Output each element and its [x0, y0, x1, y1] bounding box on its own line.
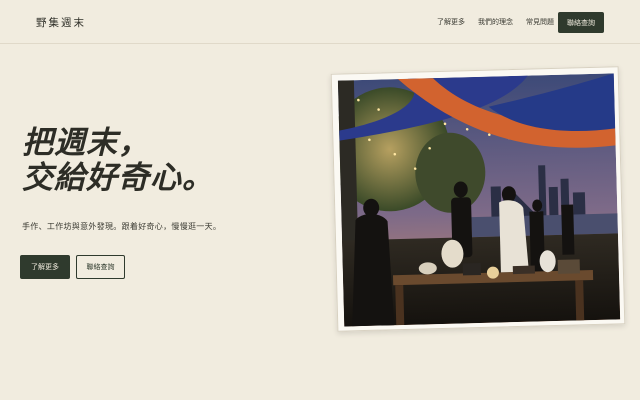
contact-button[interactable]: 聯絡查詢 — [558, 12, 604, 33]
headline-line-1: 把週末， — [22, 125, 150, 161]
market-night-photo — [337, 73, 621, 327]
learn-more-button[interactable]: 了解更多 — [20, 255, 70, 279]
hero-headline: 把週末， 交給好奇心。 — [22, 126, 214, 196]
site-header: 野集週末 了解更多 我們的理念 常見問題 聯絡查詢 — [0, 0, 640, 44]
nav-our-philosophy[interactable]: 我們的理念 — [478, 17, 513, 27]
main-nav: 了解更多 我們的理念 常見問題 — [437, 17, 554, 27]
hero-subtext: 手作、工作坊與意外發現。跟着好奇心，慢慢逛一天。 — [22, 222, 222, 231]
landing-page: 野集週末 了解更多 我們的理念 常見問題 聯絡查詢 把週末， 交給好奇心。 手作… — [0, 0, 640, 400]
hero-photo-frame — [330, 66, 626, 332]
nav-learn-more[interactable]: 了解更多 — [437, 17, 465, 27]
nav-faq[interactable]: 常見問題 — [526, 17, 554, 27]
brand-logo[interactable]: 野集週末 — [36, 15, 86, 30]
headline-line-2: 交給好奇心。 — [22, 160, 214, 196]
contact-secondary-button[interactable]: 聯絡查詢 — [76, 255, 125, 279]
